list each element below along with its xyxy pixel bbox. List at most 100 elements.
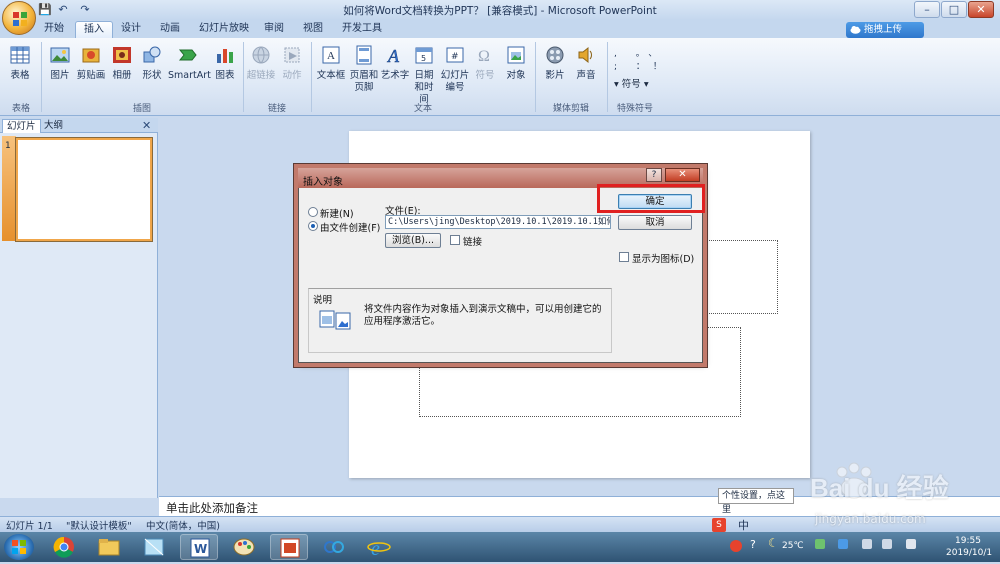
link-label: 链接 xyxy=(463,237,483,248)
taskbar-app[interactable] xyxy=(135,534,173,560)
picture-button[interactable]: 图片 xyxy=(45,44,75,82)
svg-text:W: W xyxy=(194,542,207,556)
tab-view[interactable]: 视图 xyxy=(295,21,331,38)
show-as-icon-checkbox[interactable] xyxy=(619,252,629,262)
object-button[interactable]: 对象 xyxy=(501,44,531,82)
office-button[interactable] xyxy=(2,1,36,35)
svg-text:e: e xyxy=(371,538,380,560)
tab-animation[interactable]: 动画 xyxy=(152,21,188,38)
tray-volume-icon[interactable] xyxy=(862,539,872,549)
globe-icon xyxy=(252,46,270,64)
clipart-icon xyxy=(82,48,100,63)
group-label-media: 媒体剪辑 xyxy=(552,104,589,114)
wordart-button[interactable]: A 艺术字 xyxy=(380,44,410,82)
panel-close-icon[interactable]: ✕ xyxy=(142,119,151,132)
slide-number-icon: # xyxy=(446,47,464,63)
tab-insert[interactable]: 插入 xyxy=(75,21,113,38)
taskbar-powerpoint[interactable] xyxy=(270,534,308,560)
slide-thumbnail-number: 1 xyxy=(5,141,11,151)
cloud-icon xyxy=(850,26,861,34)
word-icon: W xyxy=(190,538,210,558)
smartart-button[interactable]: SmartArt xyxy=(168,44,211,82)
symbol-dropdown-label: 符号 xyxy=(621,79,641,90)
tray-network-icon[interactable] xyxy=(815,539,825,549)
description-text: 将文件内容作为对象插入到演示文稿中，可以用创建它的应用程序激活它。 xyxy=(364,304,602,327)
browse-button[interactable]: 浏览(B)... xyxy=(385,233,441,248)
punctuation-grid[interactable]: , 。、; ：！ xyxy=(614,46,670,72)
taskbar-cloud[interactable] xyxy=(315,534,353,560)
symbol-dropdown[interactable]: ▾ 符号 ▾ xyxy=(614,76,649,90)
palette-icon xyxy=(233,538,255,556)
smartart-icon xyxy=(178,49,197,61)
tab-review[interactable]: 审阅 xyxy=(256,21,292,38)
chart-icon xyxy=(217,49,233,63)
taskbar-explorer[interactable] xyxy=(90,534,128,560)
svg-text:#: # xyxy=(451,52,459,62)
symbol-button[interactable]: Ω 符号 xyxy=(470,44,500,82)
tray-temperature: 25℃ xyxy=(782,541,804,551)
start-button[interactable] xyxy=(4,534,34,560)
show-as-icon-label: 显示为图标(D) xyxy=(632,254,695,265)
radio-new[interactable] xyxy=(308,207,318,217)
tab-slideshow[interactable]: 幻灯片放映 xyxy=(191,21,257,38)
taskbar-paint[interactable] xyxy=(225,534,263,560)
window-title: 如何将Word文档转换为PPT？ [兼容模式] - Microsoft Powe… xyxy=(343,5,657,17)
maximize-button[interactable]: □ xyxy=(941,1,967,18)
tray-clock[interactable]: 19:55 2019/10/1 xyxy=(946,535,992,559)
cancel-button[interactable]: 取消 xyxy=(618,215,692,230)
film-reel-icon xyxy=(546,46,564,64)
textbox-button[interactable]: A 文本框 xyxy=(316,44,346,82)
tray-help-icon[interactable]: ? xyxy=(750,538,756,551)
movie-label: 影片 xyxy=(545,70,565,81)
slide-number-button[interactable]: # 幻灯片编号 xyxy=(440,44,470,94)
taskbar-word[interactable]: W xyxy=(180,534,218,560)
radio-from-file[interactable] xyxy=(308,221,318,231)
folder-icon xyxy=(98,539,120,556)
group-label-illustrations: 插图 xyxy=(132,104,151,114)
watermark-brand: Bai du 经验 xyxy=(810,473,949,503)
title-placeholder[interactable] xyxy=(700,240,778,314)
action-label: 动作 xyxy=(282,70,302,81)
datetime-button[interactable]: 5 日期和时间 xyxy=(410,44,438,106)
shapes-button[interactable]: 形状 xyxy=(137,44,167,82)
movie-button[interactable]: 影片 xyxy=(540,44,570,82)
close-window-button[interactable]: ✕ xyxy=(968,1,994,18)
tray-shield-icon[interactable] xyxy=(838,539,848,549)
tray-time: 19:55 xyxy=(955,536,981,546)
tab-developer[interactable]: 开发工具 xyxy=(334,21,390,38)
wordart-icon: A xyxy=(387,46,401,66)
group-label-text: 文本 xyxy=(413,104,432,114)
header-footer-button[interactable]: 页眉和页脚 xyxy=(347,44,381,94)
dialog-help-button[interactable]: ? xyxy=(646,168,662,182)
file-path-field[interactable]: C:\Users\jing\Desktop\2019.10.1\2019.10.… xyxy=(385,215,611,229)
clipart-button[interactable]: 剪贴画 xyxy=(75,44,107,82)
slide-thumbnail[interactable] xyxy=(15,137,153,242)
action-button[interactable]: 动作 xyxy=(277,44,307,82)
tab-slides[interactable]: 幻灯片 xyxy=(2,119,41,133)
tab-design[interactable]: 设计 xyxy=(113,21,149,38)
tab-outline[interactable]: 大纲 xyxy=(40,119,67,133)
svg-text:Ω: Ω xyxy=(478,48,490,65)
taskbar-ie[interactable]: e xyxy=(360,534,398,560)
radio-from-file-label: 由文件创建(F) xyxy=(320,223,381,234)
dialog-title: 插入对象 xyxy=(303,177,343,188)
hyperlink-button[interactable]: 超链接 xyxy=(246,44,276,82)
action-icon xyxy=(284,47,300,63)
chart-button[interactable]: 图表 xyxy=(210,44,240,82)
upload-button[interactable]: 拖拽上传 xyxy=(846,22,924,38)
shapes-label: 形状 xyxy=(142,70,162,81)
tray-flag-icon[interactable] xyxy=(906,539,916,549)
dialog-close-button[interactable]: ✕ xyxy=(665,168,700,182)
link-checkbox[interactable] xyxy=(450,235,460,245)
tray-battery-icon[interactable] xyxy=(882,539,892,549)
header-footer-label: 页眉和页脚 xyxy=(349,70,379,93)
ok-button-highlight-box xyxy=(597,184,705,213)
tray-ime-icon[interactable] xyxy=(730,540,742,552)
table-button[interactable]: 表格 xyxy=(5,44,35,82)
taskbar-chrome[interactable] xyxy=(45,534,83,560)
album-button[interactable]: 相册 xyxy=(107,44,137,82)
tab-home[interactable]: 开始 xyxy=(36,21,72,38)
sound-button[interactable]: 声音 xyxy=(571,44,601,82)
ie-icon: e xyxy=(367,538,391,560)
minimize-button[interactable]: – xyxy=(914,1,940,18)
